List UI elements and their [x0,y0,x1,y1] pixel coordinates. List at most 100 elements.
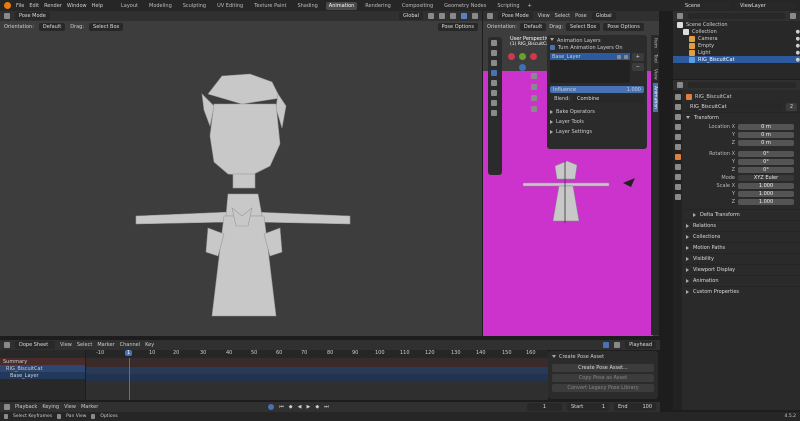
add-workspace-icon[interactable]: + [528,3,532,9]
layer-solo-icon[interactable] [616,54,621,59]
right-3d-viewport[interactable]: Orientation: Default Drag: Select Box Po… [483,21,659,336]
snap-icon[interactable] [428,13,434,19]
right-orientation-dropdown[interactable]: Default [519,23,547,31]
physics-tab-icon[interactable] [674,174,681,180]
scale-z-field[interactable]: 1.000 [738,199,794,205]
location-x-field[interactable]: 0 m [738,124,794,130]
workspace-tab-animation[interactable]: Animation [325,1,358,10]
left-3d-viewport[interactable]: Orientation: Default Drag: Select Box Po… [0,21,482,336]
playhead-line[interactable] [129,358,130,400]
add-layer-button[interactable]: + [631,53,644,61]
cursor-tool-icon[interactable] [491,50,497,56]
scene-collection-row[interactable]: Scene Collection [673,21,800,28]
auto-key-icon[interactable] [268,404,275,410]
sidebar-tab-item[interactable]: Item [653,35,658,51]
right-editor-type-icon[interactable] [487,13,493,19]
output-tab-icon[interactable] [674,114,681,120]
right-pose-options[interactable]: Pose Options [603,23,644,31]
channel-rig[interactable]: RIG_BiscuitCat [0,365,85,372]
bake-operators-section[interactable]: Bake Operators [550,107,644,117]
sidebar-tab-view[interactable]: View [653,66,658,83]
blend-dropdown[interactable]: Combine [573,94,644,103]
pose-panel-header[interactable]: Create Pose Asset [552,353,654,361]
shading-material-icon[interactable] [472,13,478,19]
overlay-icon[interactable] [450,13,456,19]
relations-section[interactable]: Relations [683,220,800,231]
scale-tool-icon[interactable] [491,80,497,86]
layer-settings-section[interactable]: Layer Settings [550,127,644,137]
pan-icon[interactable] [531,84,537,90]
outliner-type-icon[interactable] [677,13,683,19]
layers-panel-header[interactable]: Animation Layers [550,37,644,44]
filter-icon[interactable] [614,342,621,348]
right-menu-view[interactable]: View [538,13,550,19]
right-menu-pose[interactable]: Pose [575,13,587,19]
ortho-icon[interactable] [531,106,537,112]
channel-base-layer[interactable]: Base_Layer [0,372,85,379]
menu-file[interactable]: File [16,3,24,9]
workspace-tab-uv-editing[interactable]: UV Editing [214,2,246,10]
left-transform-dropdown[interactable]: Global [399,12,423,20]
remove-layer-button[interactable]: − [631,63,644,71]
timeline-type-icon[interactable] [4,404,10,410]
visibility-icon[interactable]: ● [796,50,800,56]
menu-window[interactable]: Window [67,3,87,9]
play-icon[interactable]: ▶ [307,404,311,410]
timeline-menu-keying[interactable]: Keying [42,404,59,410]
timeline-menu-playback[interactable]: Playback [15,404,37,410]
jump-start-icon[interactable]: ⏮ [279,404,284,410]
transform-section[interactable]: Transform [683,112,800,123]
scene-tab-icon[interactable] [674,134,681,140]
start-frame-field[interactable]: Start 1 [567,403,609,411]
outliner-item-light[interactable]: Light ● [673,49,800,56]
view-layer-tab-icon[interactable] [674,124,681,130]
transform-tool-icon[interactable] [491,90,497,96]
proportional-icon[interactable] [439,13,445,19]
dopesheet-mode-dropdown[interactable]: Dope Sheet [15,341,55,349]
collections-section[interactable]: Collections [683,231,800,242]
left-pose-options[interactable]: Pose Options [437,23,478,31]
outliner-item-camera[interactable]: Camera ● [673,35,800,42]
filter-icon[interactable] [790,13,796,19]
tool-tab-icon[interactable] [674,94,681,100]
small-character-model[interactable] [523,161,653,256]
workspace-tab-compositing[interactable]: Compositing [399,2,436,10]
left-drag-dropdown[interactable]: Select Box [89,23,124,31]
rotation-y-field[interactable]: 0° [738,159,794,165]
current-frame-indicator[interactable]: 1 [125,350,133,356]
menu-render[interactable]: Render [44,3,62,9]
location-z-field[interactable]: 0 m [738,140,794,146]
object-tab-icon[interactable] [674,154,681,160]
dopesheet-menu-select[interactable]: Select [77,342,92,348]
turn-on-checkbox[interactable] [550,45,555,50]
menu-edit[interactable]: Edit [29,3,39,9]
outliner-item-empty[interactable]: Empty ● [673,42,800,49]
blender-logo-icon[interactable] [4,2,11,9]
motion-paths-section[interactable]: Motion Paths [683,242,800,253]
visibility-icon[interactable]: ● [796,57,800,63]
prev-key-icon[interactable]: ◆ [289,404,293,410]
end-frame-field[interactable]: End 100 [614,403,656,411]
annotate-tool-icon[interactable] [491,100,497,106]
playhead-dropdown[interactable]: Playhead [625,341,656,349]
workspace-tab-layout[interactable]: Layout [118,2,141,10]
custom-properties-section[interactable]: Custom Properties [683,286,800,297]
next-key-icon[interactable]: ◆ [315,404,319,410]
right-drag-dropdown[interactable]: Select Box [566,23,601,31]
workspace-tab-texture-paint[interactable]: Texture Paint [251,2,289,10]
current-frame-field[interactable]: 1 [527,403,562,411]
move-tool-icon[interactable] [491,60,497,66]
measure-tool-icon[interactable] [491,110,497,116]
properties-type-icon[interactable] [677,82,683,88]
camera-view-icon[interactable] [531,95,537,101]
turn-on-row[interactable]: Turn Animation Layers On [550,44,644,51]
left-orientation-dropdown[interactable]: Default [38,23,66,31]
dopesheet-menu-key[interactable]: Key [145,342,154,348]
users-count[interactable]: 2 [785,103,797,111]
select-tool-icon[interactable] [491,40,497,46]
right-menu-select[interactable]: Select [555,13,570,19]
render-tab-icon[interactable] [674,104,681,110]
visibility-icon[interactable]: ● [796,29,800,35]
rotate-tool-icon[interactable] [491,70,497,76]
workspace-tab-rendering[interactable]: Rendering [362,2,394,10]
